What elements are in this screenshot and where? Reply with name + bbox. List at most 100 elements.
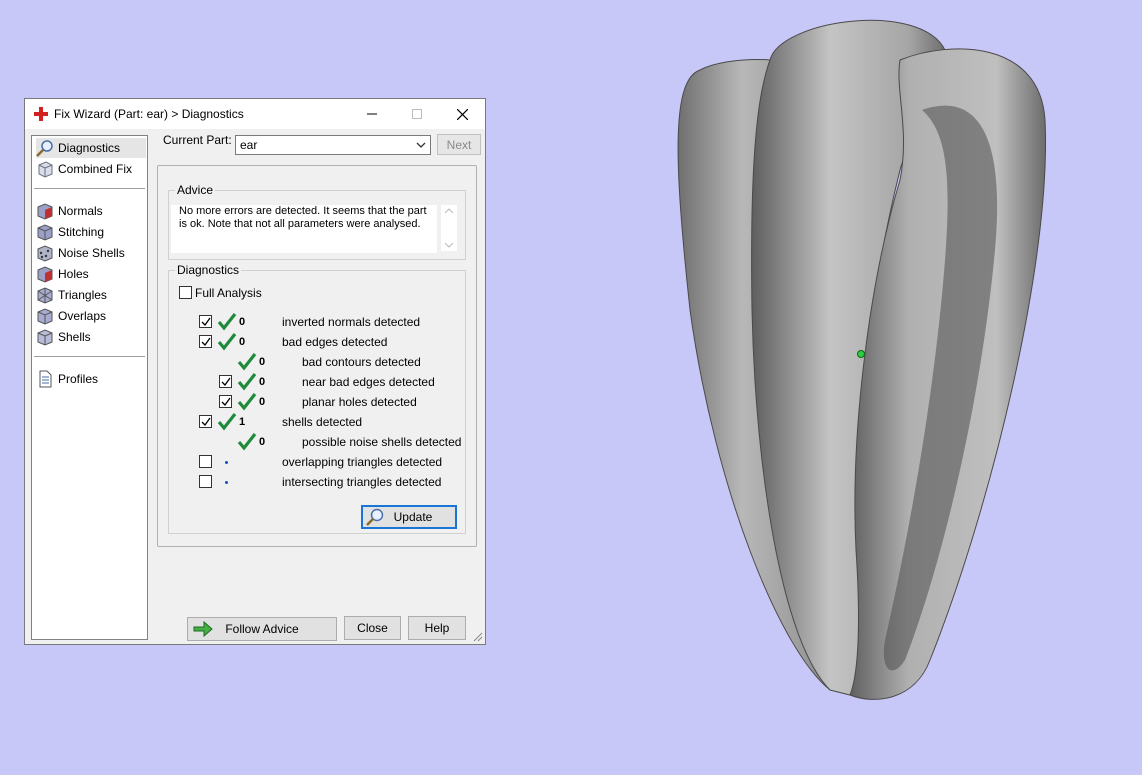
green-check-icon [217,333,237,351]
sidebar-item-label: Holes [58,267,89,281]
sidebar-item-label: Profiles [58,372,99,386]
diag-count: 0 [259,356,266,368]
sidebar-item-label: Shells [58,330,91,344]
diag-count: 1 [239,416,246,428]
current-part-value: ear [240,138,258,152]
document-icon [39,370,52,388]
window-title: Fix Wizard (Part: ear) > Diagnostics [54,107,244,121]
sidebar-item-label: Combined Fix [58,162,133,176]
sidebar-item-noise-shells[interactable]: Noise Shells [36,243,146,263]
diagnostics-group: Diagnostics Full Analysis 0 inverted nor… [168,263,466,534]
shells-checkbox[interactable] [199,415,212,428]
diag-label: bad contours detected [302,355,421,369]
magnifier-icon [366,508,384,526]
diag-label: inverted normals detected [282,315,421,329]
green-check-icon [217,313,237,331]
near-bad-edges-checkbox[interactable] [219,375,232,388]
diag-count: 0 [239,336,246,348]
normals-cube-icon [37,203,53,220]
overlapping-triangles-checkbox[interactable] [199,455,212,468]
sidebar-separator [34,188,145,189]
checkmark-icon [221,377,231,386]
help-button[interactable]: Help [408,616,466,640]
magnifier-icon [36,140,53,157]
green-check-icon [237,433,257,451]
sidebar-item-shells[interactable]: Shells [36,327,146,347]
sidebar-item-label: Noise Shells [58,246,125,260]
chevron-down-icon [416,142,426,148]
diagnostics-group-label: Diagnostics [175,263,242,277]
overlaps-cube-icon [37,308,53,325]
green-check-icon [237,353,257,371]
checkmark-icon [201,337,211,346]
diag-label: shells detected [282,415,363,429]
wizard-sidebar: Diagnostics Combined Fix Normals Stitchi… [31,135,148,640]
shells-cube-icon [37,329,53,346]
planar-holes-checkbox[interactable] [219,395,232,408]
close-button[interactable]: Close [344,616,401,640]
sidebar-item-overlaps[interactable]: Overlaps [36,306,146,326]
sidebar-item-stitching[interactable]: Stitching [36,222,146,242]
follow-advice-button[interactable]: Follow Advice [187,617,337,641]
not-analysed-dot-icon [225,461,228,464]
intersecting-triangles-checkbox[interactable] [199,475,212,488]
bad-edges-checkbox[interactable] [199,335,212,348]
diag-count: 0 [259,436,266,448]
close-window-button[interactable] [439,99,485,129]
diag-label: intersecting triangles detected [282,475,442,489]
fix-wizard-dialog: Fix Wizard (Part: ear) > Diagnostics Dia… [24,98,486,645]
sidebar-item-label: Stitching [58,225,105,239]
title-bar[interactable]: Fix Wizard (Part: ear) > Diagnostics [25,99,485,129]
advice-scrollbar[interactable] [441,205,457,251]
minimize-button[interactable] [349,99,395,129]
diag-label: overlapping triangles detected [282,455,443,469]
update-button[interactable]: Update [361,505,457,529]
pivot-point [857,350,865,358]
sidebar-item-label: Overlaps [58,309,107,323]
minimize-icon [367,113,377,115]
noise-shells-icon [37,245,53,262]
update-label: Update [393,510,433,524]
red-cross-icon [34,107,48,121]
advice-text: No more errors are detected. It seems th… [171,205,437,253]
full-analysis-checkbox[interactable] [179,286,192,299]
sidebar-item-holes[interactable]: Holes [36,264,146,284]
sidebar-separator [34,356,145,357]
sidebar-item-label: Normals [58,204,103,218]
diag-count: 0 [259,376,266,388]
maximize-button[interactable] [394,99,440,129]
green-check-icon [237,393,257,411]
sidebar-item-label: Triangles [58,288,107,302]
sidebar-item-normals[interactable]: Normals [36,201,146,221]
checkmark-icon [201,417,211,426]
sidebar-item-label: Diagnostics [58,141,121,155]
green-check-icon [217,413,237,431]
advice-group-label: Advice [175,183,216,197]
sidebar-item-combined-fix[interactable]: Combined Fix [36,159,146,179]
arrow-right-icon [193,620,213,638]
current-part-label: Current Part: [163,133,232,147]
scroll-arrows-icon [444,208,454,248]
triangles-cube-icon [37,287,53,304]
checkmark-icon [221,397,231,406]
inverted-normals-checkbox[interactable] [199,315,212,328]
sidebar-item-profiles[interactable]: Profiles [36,369,146,389]
diagnostics-panel: Advice No more errors are detected. It s… [157,165,477,547]
diag-label: near bad edges detected [302,375,435,389]
diag-label: bad edges detected [282,335,388,349]
next-button[interactable]: Next [437,134,481,155]
maximize-icon [412,109,422,119]
holes-cube-icon [37,266,53,283]
sidebar-item-diagnostics[interactable]: Diagnostics [36,138,146,158]
current-part-select[interactable]: ear [235,135,431,155]
follow-advice-label: Follow Advice [225,622,299,636]
resize-grip-icon[interactable] [473,632,483,642]
sidebar-item-triangles[interactable]: Triangles [36,285,146,305]
ear-3d-model[interactable] [660,10,1060,710]
checkmark-icon [201,317,211,326]
full-analysis-label: Full Analysis [195,286,262,300]
diag-label: possible noise shells detected [302,435,462,449]
advice-group: Advice No more errors are detected. It s… [168,183,466,260]
close-icon [456,108,468,120]
diag-count: 0 [259,396,266,408]
